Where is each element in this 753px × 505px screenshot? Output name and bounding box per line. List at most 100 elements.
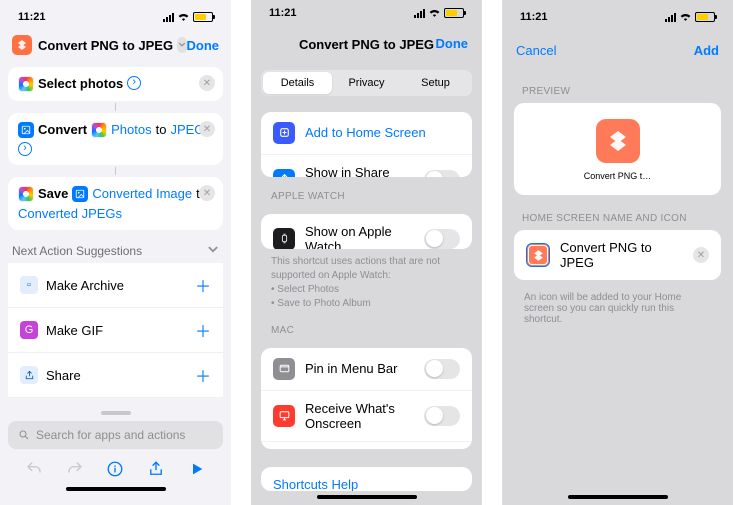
status-right [414, 7, 464, 20]
remove-action-button[interactable]: ✕ [199, 185, 215, 201]
status-bar: 11:21 [251, 5, 482, 22]
suggestion-label: Make Archive [46, 278, 124, 293]
clear-button[interactable]: ✕ [693, 247, 709, 263]
add-button[interactable]: Add [694, 43, 719, 58]
group-watch: Show on Apple Watch [261, 214, 472, 249]
section-apple-watch: APPLE WATCH [251, 177, 482, 204]
share-icon [273, 169, 295, 177]
status-time: 11:21 [269, 7, 297, 19]
suggestion-label: Make GIF [46, 323, 103, 338]
status-time: 11:21 [520, 11, 548, 23]
segmented-control[interactable]: Details Privacy Setup [261, 70, 472, 96]
shortcut-app-icon [12, 35, 32, 55]
connector [0, 167, 231, 175]
tab-details[interactable]: Details [263, 72, 332, 94]
row-share-sheet[interactable]: Show in Share Sheet [261, 155, 472, 177]
photos-icon [18, 186, 34, 202]
add-header: Cancel Add [502, 29, 733, 72]
section-mac: MAC [251, 311, 482, 338]
screen-details: 11:21 Convert PNG to JPEG Done Details P… [251, 0, 482, 505]
name-icon-picker[interactable] [526, 243, 550, 267]
plus-icon: ＋ [195, 273, 211, 297]
row-add-to-home[interactable]: Add to Home Screen [261, 112, 472, 155]
wifi-icon [177, 11, 190, 24]
group-general: Add to Home Screen Show in Share Sheet [261, 112, 472, 177]
plus-icon: ＋ [195, 318, 211, 342]
home-indicator [66, 487, 166, 491]
row-quick-action[interactable]: Use as Quick Action [261, 442, 472, 449]
editor-header: Convert PNG to JPEG Done [0, 29, 231, 61]
toggle-share-sheet[interactable] [424, 170, 460, 177]
note-line: This shortcut uses actions that are not … [271, 255, 462, 283]
row-label: Add to Home Screen [305, 125, 460, 140]
home-indicator [317, 495, 417, 499]
grabber[interactable] [101, 411, 131, 415]
screen-editor: 11:21 Convert PNG to JPEG Done Select ph… [0, 0, 231, 505]
home-indicator [568, 495, 668, 499]
status-bar: 11:21 [0, 5, 231, 29]
chevron-right-icon [18, 142, 32, 156]
action-convert[interactable]: Convert Photos to JPEG ✕ [8, 113, 223, 165]
suggestions-header: Next Action Suggestions [0, 236, 231, 263]
done-button[interactable]: Done [436, 36, 469, 51]
undo-button[interactable] [24, 459, 44, 479]
shortcut-title: Convert PNG to JPEG [38, 38, 173, 53]
name-field[interactable]: Convert PNG to JPEG [560, 240, 683, 270]
row-pin-menu[interactable]: Pin in Menu Bar [261, 348, 472, 391]
group-mac: Pin in Menu Bar Receive What's Onscreen … [261, 348, 472, 449]
connector [0, 103, 231, 111]
section-preview: PREVIEW [502, 72, 733, 99]
action-param-album[interactable]: Converted JPEGs [18, 206, 122, 221]
row-receive-onscreen[interactable]: Receive What's Onscreen [261, 391, 472, 442]
bottom-sheet: Search for apps and actions [0, 405, 231, 505]
action-verb: Save [38, 186, 68, 201]
suggestion-label: Share [46, 368, 81, 383]
gif-icon: G [20, 321, 38, 339]
menubar-icon [273, 358, 295, 380]
battery-icon [193, 12, 213, 22]
suggestions-title: Next Action Suggestions [12, 244, 142, 259]
toggle-onscreen[interactable] [424, 406, 460, 426]
share-button[interactable] [146, 459, 166, 479]
action-save[interactable]: Save Converted Image to Converted JPEGs … [8, 177, 223, 230]
home-icon [273, 122, 295, 144]
row-label: Pin in Menu Bar [305, 361, 414, 376]
chevron-down-icon[interactable] [207, 244, 219, 259]
suggestion-make-archive[interactable]: ▫ Make Archive ＋ [8, 263, 223, 308]
toggle-pin-menu[interactable] [424, 359, 460, 379]
note-line: • Select Photos [271, 283, 462, 297]
battery-icon [695, 12, 715, 22]
toggle-watch[interactable] [424, 229, 460, 249]
convert-icon [18, 122, 34, 138]
suggestion-make-gif[interactable]: G Make GIF ＋ [8, 308, 223, 353]
remove-action-button[interactable]: ✕ [199, 121, 215, 137]
run-button[interactable] [187, 459, 207, 479]
action-param-photos[interactable]: Photos [111, 122, 151, 137]
battery-icon [444, 8, 464, 18]
done-button[interactable]: Done [187, 38, 220, 53]
action-label: Select photos [38, 76, 123, 91]
suggestion-share[interactable]: Share ＋ [8, 353, 223, 398]
info-button[interactable] [105, 459, 125, 479]
row-help[interactable]: Shortcuts Help [261, 467, 472, 491]
title-chevron-icon[interactable] [177, 37, 186, 53]
redo-button[interactable] [65, 459, 85, 479]
chevron-right-icon [127, 76, 141, 90]
cancel-button[interactable]: Cancel [516, 43, 556, 58]
search-input[interactable]: Search for apps and actions [8, 421, 223, 449]
details-header: Convert PNG to JPEG Done [251, 22, 482, 64]
name-row[interactable]: Convert PNG to JPEG ✕ [514, 230, 721, 280]
note-line: • Save to Photo Album [271, 297, 462, 311]
status-time: 11:21 [18, 11, 46, 23]
tab-privacy[interactable]: Privacy [332, 72, 401, 94]
action-param-image[interactable]: Converted Image [92, 186, 192, 201]
remove-action-button[interactable]: ✕ [199, 75, 215, 91]
photos-icon [18, 76, 34, 92]
photos-var-icon [91, 122, 107, 138]
row-show-watch[interactable]: Show on Apple Watch [261, 214, 472, 249]
action-select-photos[interactable]: Select photos ✕ [8, 67, 223, 101]
tab-setup[interactable]: Setup [401, 72, 470, 94]
section-name: HOME SCREEN NAME AND ICON [502, 199, 733, 226]
wifi-icon [428, 7, 441, 20]
status-bar: 11:21 [502, 5, 733, 29]
